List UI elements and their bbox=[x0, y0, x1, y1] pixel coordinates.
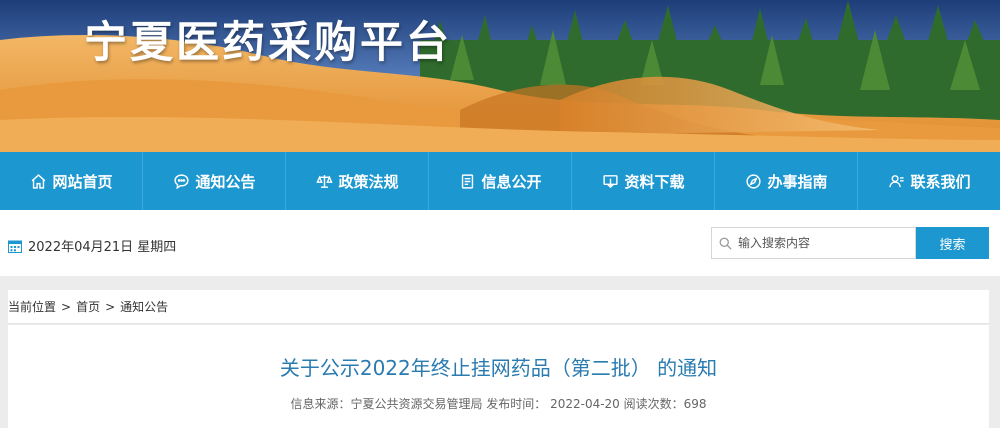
chat-icon bbox=[172, 172, 190, 190]
home-icon bbox=[29, 172, 47, 190]
nav-item-guide[interactable]: 办事指南 bbox=[715, 152, 858, 210]
search-icon bbox=[718, 236, 733, 251]
article: 关于公示2022年终止挂网药品（第二批） 的通知 信息来源：宁夏公共资源交易管理… bbox=[8, 325, 989, 428]
info-bar: 2022年04月21日 星期四 搜索 bbox=[0, 210, 1000, 276]
nav-item-label: 联系我们 bbox=[910, 172, 971, 191]
search-input[interactable] bbox=[738, 236, 908, 250]
nav-item-label: 信息公开 bbox=[481, 172, 542, 191]
nav-item-notices[interactable]: 通知公告 bbox=[143, 152, 286, 210]
breadcrumb: 当前位置 > 首页 > 通知公告 bbox=[8, 290, 989, 324]
compass-icon bbox=[744, 172, 762, 190]
site-title: 宁夏医药采购平台 bbox=[84, 18, 452, 68]
current-date: 2022年04月21日 星期四 bbox=[8, 236, 176, 255]
nav-item-label: 政策法规 bbox=[338, 172, 399, 191]
nav-item-label: 资料下载 bbox=[624, 172, 685, 191]
nav-item-contact[interactable]: 联系我们 bbox=[858, 152, 1000, 210]
nav-item-label: 网站首页 bbox=[52, 172, 113, 191]
search-button[interactable]: 搜索 bbox=[916, 227, 989, 259]
article-title: 关于公示2022年终止挂网药品（第二批） 的通知 bbox=[279, 356, 718, 380]
nav-item-policy[interactable]: 政策法规 bbox=[286, 152, 429, 210]
nav-item-label: 通知公告 bbox=[195, 172, 256, 191]
nav-item-home[interactable]: 网站首页 bbox=[0, 152, 143, 210]
main-nav: 网站首页 通知公告 政策法规 信息公开 资料下载 办事指南 联系我们 bbox=[0, 152, 1000, 210]
contact-icon bbox=[887, 172, 905, 190]
article-meta: 信息来源：宁夏公共资源交易管理局 发布时间： 2022-04-20 阅读次数：6… bbox=[290, 397, 707, 411]
search-box bbox=[711, 227, 916, 259]
header-banner: 宁夏医药采购平台 bbox=[0, 0, 1000, 152]
nav-item-downloads[interactable]: 资料下载 bbox=[572, 152, 715, 210]
date-text: 2022年04月21日 星期四 bbox=[28, 240, 177, 255]
breadcrumb-separator: > bbox=[105, 299, 116, 314]
calendar-icon bbox=[8, 239, 22, 253]
breadcrumb-separator: > bbox=[61, 299, 72, 314]
breadcrumb-prefix: 当前位置 bbox=[8, 300, 57, 314]
scale-icon bbox=[315, 172, 333, 190]
nav-item-disclosure[interactable]: 信息公开 bbox=[429, 152, 572, 210]
download-icon bbox=[601, 172, 619, 190]
nav-item-label: 办事指南 bbox=[767, 172, 828, 191]
breadcrumb-home-link[interactable]: 首页 bbox=[76, 298, 100, 315]
document-icon bbox=[458, 172, 476, 190]
breadcrumb-notices-link[interactable]: 通知公告 bbox=[120, 298, 168, 315]
